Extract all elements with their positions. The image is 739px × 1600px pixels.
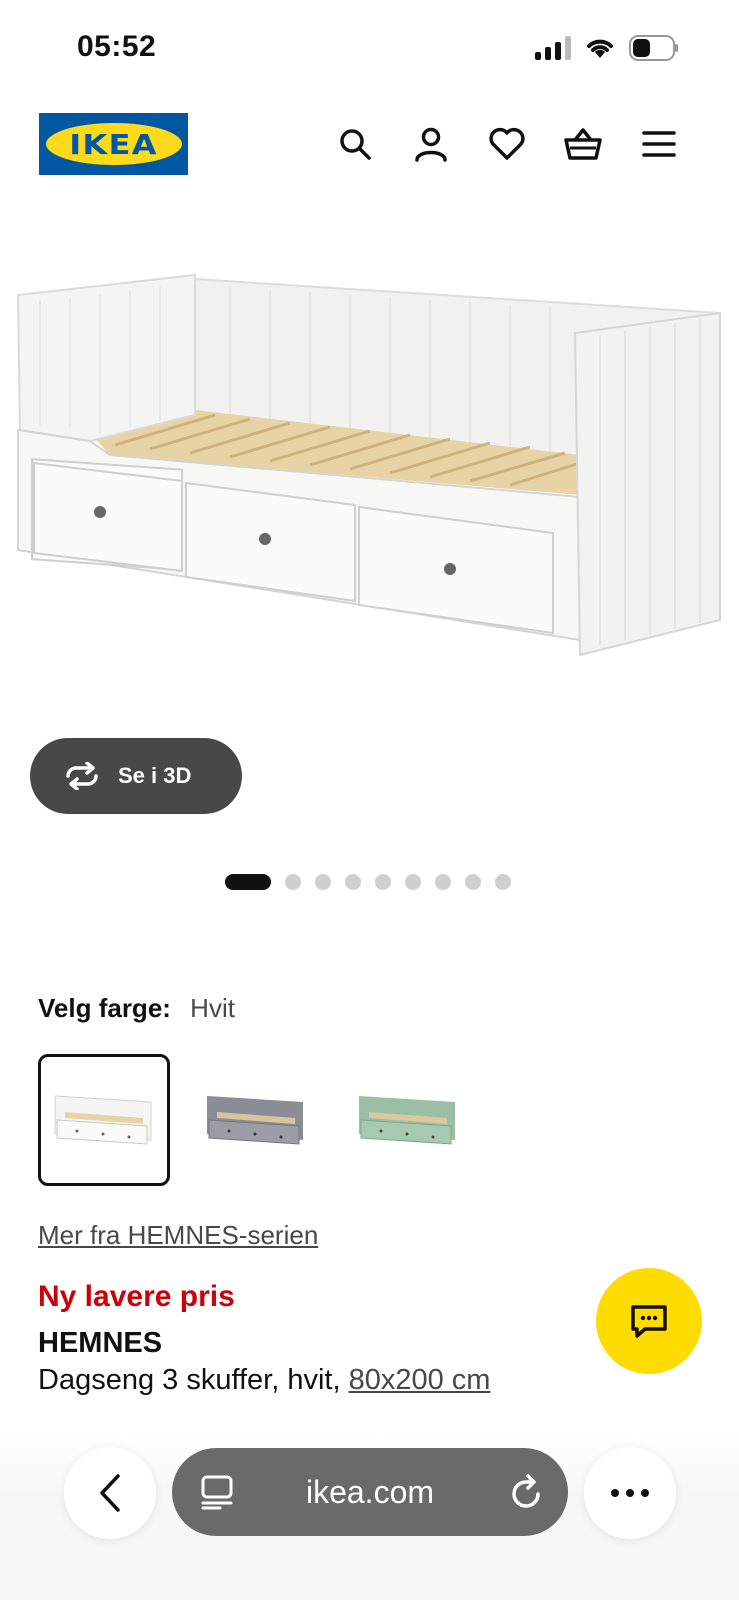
product-name: HEMNES: [38, 1327, 163, 1359]
swatch-grey[interactable]: [190, 1054, 322, 1186]
rotate-icon: [66, 762, 98, 790]
url-bar[interactable]: ikea.com: [172, 1448, 568, 1536]
back-button[interactable]: [64, 1447, 156, 1539]
chevron-left-icon: [100, 1474, 120, 1512]
search-icon[interactable]: [333, 122, 377, 166]
image-carousel-dots[interactable]: [225, 874, 511, 890]
size-link[interactable]: 80x200 cm: [349, 1364, 491, 1396]
header-icons: [333, 122, 681, 166]
status-icons: [535, 34, 679, 62]
color-selector-label: Velg farge: Hvit: [38, 993, 235, 1024]
carousel-dot[interactable]: [495, 874, 511, 890]
view-3d-button[interactable]: Se i 3D: [30, 738, 242, 814]
price-tag: Ny lavere pris: [38, 1280, 235, 1313]
view-3d-label: Se i 3D: [118, 763, 192, 788]
account-icon[interactable]: [409, 122, 453, 166]
carousel-dot[interactable]: [225, 874, 271, 890]
swatch-white[interactable]: [38, 1054, 170, 1186]
color-label: Velg farge:: [38, 993, 171, 1023]
green-daybed-thumbnail: [359, 1096, 455, 1145]
url-text: ikea.com: [305, 1473, 435, 1510]
ikea-logo[interactable]: IKEA: [39, 113, 188, 175]
carousel-dot[interactable]: [285, 874, 301, 890]
wifi-icon: [587, 39, 613, 58]
series-link[interactable]: Mer fra HEMNES-serien: [38, 1220, 318, 1251]
basket-icon[interactable]: [561, 122, 605, 166]
color-value: Hvit: [190, 993, 235, 1023]
logo-text: IKEA: [69, 127, 158, 161]
menu-icon[interactable]: [637, 122, 681, 166]
heart-icon[interactable]: [485, 122, 529, 166]
carousel-dot[interactable]: [315, 874, 331, 890]
status-time: 05:52: [77, 30, 157, 63]
grey-daybed-thumbnail: [207, 1096, 303, 1145]
product-description: Dagseng 3 skuffer, hvit, 80x200 cm: [38, 1364, 490, 1397]
product-image[interactable]: [0, 215, 739, 735]
reader-icon: [201, 1475, 233, 1510]
product-description-text: Dagseng 3 skuffer, hvit,: [38, 1364, 349, 1396]
color-swatches: [38, 1054, 474, 1186]
reload-icon[interactable]: [508, 1472, 544, 1512]
carousel-dot[interactable]: [465, 874, 481, 890]
carousel-dot[interactable]: [375, 874, 391, 890]
carousel-dot[interactable]: [345, 874, 361, 890]
more-icon: [611, 1489, 649, 1497]
chat-button[interactable]: [596, 1268, 702, 1374]
signal-icon: [535, 36, 571, 60]
swatch-green[interactable]: [342, 1054, 474, 1186]
white-daybed-thumbnail: [54, 1095, 152, 1145]
carousel-dot[interactable]: [405, 874, 421, 890]
battery-icon: [629, 35, 678, 61]
chat-icon: [631, 1305, 667, 1338]
more-button[interactable]: [584, 1447, 676, 1539]
carousel-dot[interactable]: [435, 874, 451, 890]
